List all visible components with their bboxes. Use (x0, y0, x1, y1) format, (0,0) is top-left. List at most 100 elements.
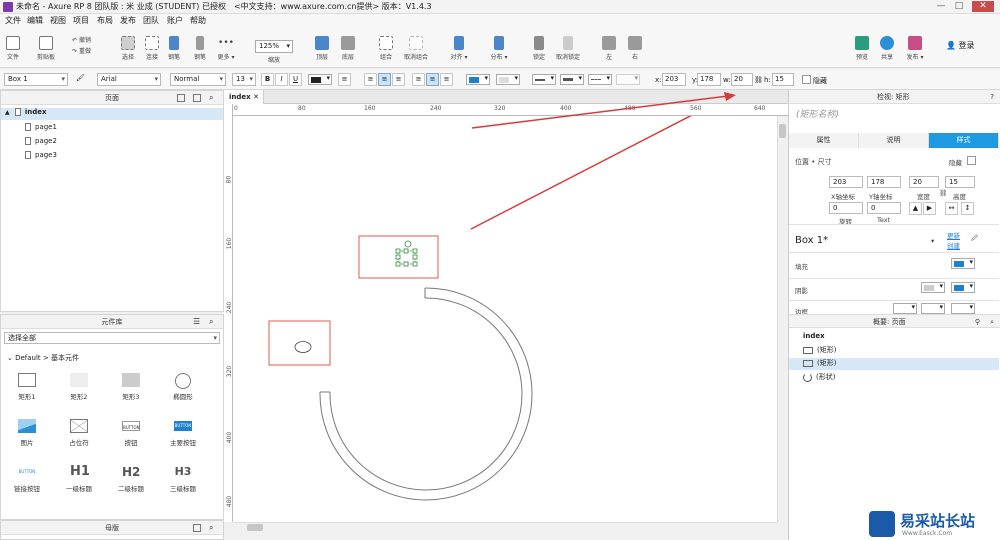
tab-properties[interactable]: 属性 (789, 133, 859, 148)
add-folder-icon[interactable] (193, 94, 201, 102)
outline-item-rect-2[interactable]: (矩形) (789, 358, 999, 370)
page-item-1[interactable]: page1 (25, 123, 57, 131)
w-input[interactable]: 20 (909, 176, 939, 188)
zoom-select[interactable]: 125% (255, 40, 293, 53)
redo-button[interactable]: ↷ 重做 (72, 46, 91, 55)
widget-name-input[interactable]: (矩形名称) (793, 110, 993, 126)
w-input[interactable]: 20 (731, 73, 753, 86)
font-weight-select[interactable]: Normal (170, 73, 226, 86)
canvas-tab-index[interactable]: index ✕ (224, 90, 264, 104)
line-style-picker[interactable] (588, 74, 612, 85)
connect-tool[interactable]: 连接 (140, 36, 164, 61)
flip-horizontal-icon[interactable]: ▶ (923, 202, 936, 215)
rotation-input[interactable]: 0 (829, 202, 863, 214)
outer-shadow-picker[interactable] (921, 282, 945, 293)
font-size-select[interactable]: 13 (232, 73, 256, 86)
widget-h1[interactable]: H1 一级标题 (59, 465, 99, 494)
unlock-button[interactable]: 取消锁定 (552, 36, 584, 61)
lock-button[interactable]: 锁定 (530, 36, 548, 61)
clipboard-button[interactable]: 剪贴板 (34, 36, 58, 61)
widget-name-select[interactable]: Box 1 (4, 73, 68, 86)
help-icon[interactable]: ? (990, 90, 994, 104)
horizontal-scrollbar[interactable] (233, 522, 777, 532)
group-button[interactable]: 组合 (376, 36, 396, 61)
menu-help[interactable]: 帮助 (190, 15, 206, 26)
page-item-3[interactable]: page3 (25, 151, 57, 159)
undo-button[interactable]: ↶ 撤销 (72, 35, 91, 44)
login-button[interactable]: 👤 登录 (946, 40, 975, 51)
style-dropdown-icon[interactable]: ▾ (931, 237, 934, 245)
font-family-select[interactable]: Arial (97, 73, 161, 86)
arrow-style-picker[interactable] (616, 74, 640, 85)
select-tool[interactable]: 选择 (116, 36, 140, 61)
border-width-picker[interactable] (921, 303, 945, 314)
library-group-header[interactable]: ⌄ Default > 基本元件 (7, 353, 79, 363)
align-center-button[interactable]: ≡ (378, 73, 391, 86)
x-input[interactable]: 203 (662, 73, 686, 86)
scroll-thumb[interactable] (247, 524, 263, 531)
add-master-icon[interactable] (193, 524, 201, 532)
flip-vertical-icon[interactable]: ▲ (909, 202, 922, 215)
search-icon[interactable]: ⌕ (209, 521, 213, 535)
ungroup-button[interactable]: 取消组合 (400, 36, 432, 61)
widget-placeholder[interactable]: 占位符 (59, 419, 99, 447)
widget-primary-button[interactable]: BUTTON 主要按钮 (163, 419, 203, 447)
widget-ellipse[interactable]: 椭圆形 (163, 373, 203, 401)
valign-top-button[interactable]: ≡ (412, 73, 425, 86)
create-style-link[interactable]: 创建 (947, 240, 960, 250)
valign-bottom-button[interactable]: ≡ (440, 73, 453, 86)
library-filter-select[interactable]: 选择全部 (4, 332, 220, 344)
update-style-link[interactable]: 更新 (947, 230, 960, 240)
lock-ratio-icon[interactable]: ⛓ (754, 76, 763, 84)
fill-color-picker[interactable] (951, 258, 975, 269)
filter-icon[interactable]: ⚲ (975, 315, 980, 329)
fit-width-icon[interactable]: ↔ (945, 202, 958, 215)
format-painter-icon[interactable]: 🖌 (74, 73, 87, 86)
hidden-checkbox[interactable] (967, 156, 976, 165)
distribute-button[interactable]: 分布 ▾ (488, 36, 510, 61)
minimize-button[interactable]: — (934, 1, 948, 12)
widget-image[interactable]: 图片 (7, 419, 47, 447)
more-tools-button[interactable]: ••• 更多 ▾ (214, 36, 238, 61)
hidden-checkbox[interactable] (802, 75, 811, 84)
send-bottom-button[interactable]: 底层 (338, 36, 358, 61)
bold-button[interactable]: B (261, 73, 274, 86)
share-button[interactable]: 共享 (876, 36, 898, 61)
arc-shape[interactable] (319, 287, 533, 501)
close-button[interactable]: ✕ (972, 1, 994, 12)
font-color-picker[interactable] (308, 74, 332, 85)
tab-notes[interactable]: 说明 (859, 133, 929, 148)
h-input[interactable]: 15 (772, 73, 794, 86)
menu-icon[interactable]: ☰ (193, 315, 200, 329)
search-icon[interactable]: ⌕ (209, 91, 213, 105)
tab-style[interactable]: 样式 (929, 133, 999, 148)
widget-h3[interactable]: H3 三级标题 (163, 465, 203, 493)
line-width-picker[interactable] (560, 74, 584, 85)
h-input[interactable]: 15 (945, 176, 975, 188)
fill-color-picker[interactable] (466, 74, 490, 85)
page-item-2[interactable]: page2 (25, 137, 57, 145)
close-tab-icon[interactable]: ✕ (253, 90, 259, 104)
border-style-picker[interactable] (951, 303, 975, 314)
menu-publish[interactable]: 发布 (120, 15, 136, 26)
right-button[interactable]: 右 (626, 36, 644, 61)
scroll-thumb[interactable] (779, 124, 786, 138)
menu-file[interactable]: 文件 (5, 15, 21, 26)
publish-button[interactable]: 发布 ▾ (902, 36, 928, 61)
valign-middle-button[interactable]: ≡ (426, 73, 439, 86)
menu-view[interactable]: 视图 (50, 15, 66, 26)
widget-link-button[interactable]: BUTTON 链接按钮 (7, 465, 47, 493)
maximize-button[interactable]: □ (952, 1, 966, 12)
ellipse-shape[interactable] (294, 341, 312, 353)
menu-project[interactable]: 项目 (73, 15, 89, 26)
line-color-picker[interactable] (532, 74, 556, 85)
align-left-button[interactable]: ≡ (364, 73, 377, 86)
menu-layout[interactable]: 布局 (97, 15, 113, 26)
file-button[interactable]: 文件 (4, 36, 22, 61)
left-button[interactable]: 左 (600, 36, 618, 61)
fit-height-icon[interactable]: ↕ (961, 202, 974, 215)
outline-root[interactable]: index (803, 332, 825, 340)
inner-shadow-picker[interactable] (951, 282, 975, 293)
underline-button[interactable]: U (289, 73, 302, 86)
y-input[interactable]: 178 (697, 73, 721, 86)
